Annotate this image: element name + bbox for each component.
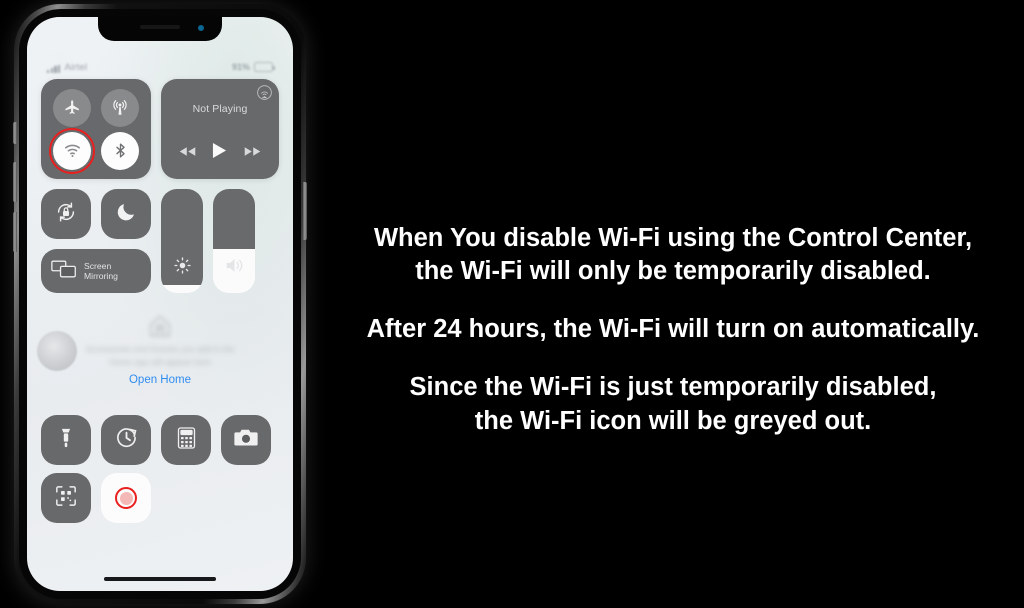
mute-switch[interactable] [13, 122, 17, 144]
volume-slider[interactable] [213, 189, 255, 293]
status-bar-left: Airtel [47, 62, 87, 73]
wifi-button[interactable] [49, 127, 95, 174]
wifi-highlight-annotation [49, 127, 95, 174]
connectivity-module [41, 79, 151, 179]
control-center: Not Playing Screen Mirroring Accessories… [27, 79, 293, 591]
rewind-icon[interactable] [179, 144, 196, 162]
home-description-text: Accessories and Scenes you add in the Ho… [85, 344, 235, 367]
screen-recording-button[interactable] [101, 473, 151, 523]
play-icon[interactable] [212, 142, 227, 164]
toggles-square-row [41, 189, 151, 239]
qr-scanner-button[interactable] [41, 473, 91, 523]
moon-icon [116, 201, 137, 227]
calculator-button[interactable] [161, 415, 211, 465]
calculator-icon [177, 426, 196, 454]
quick-tools-grid [41, 415, 279, 523]
qr-code-icon [55, 485, 77, 512]
signal-strength-icon [47, 64, 61, 73]
screen-mirroring-button[interactable]: Screen Mirroring [41, 249, 151, 293]
timer-button[interactable] [101, 415, 151, 465]
caption-paragraph-3: Since the Wi-Fi is just temporarily disa… [409, 373, 937, 435]
battery-percentage-label: 91% [231, 62, 250, 72]
control-center-row-1: Not Playing [41, 79, 279, 179]
do-not-disturb-button[interactable] [101, 189, 151, 239]
earpiece-speaker-icon [140, 25, 180, 29]
home-indicator[interactable] [104, 577, 216, 581]
cellular-data-button[interactable] [101, 88, 139, 127]
caption-block: When You disable Wi-Fi using the Control… [322, 222, 1024, 438]
airplane-icon [64, 99, 81, 116]
fast-forward-icon[interactable] [244, 144, 261, 162]
open-home-link[interactable]: Open Home [41, 374, 279, 386]
media-controls [171, 142, 269, 164]
flashlight-button[interactable] [41, 415, 91, 465]
media-title-label: Not Playing [192, 103, 248, 115]
control-center-row-2: Screen Mirroring [41, 189, 279, 293]
power-button[interactable] [303, 182, 307, 240]
rotation-lock-icon [54, 200, 78, 229]
camera-icon [234, 428, 258, 452]
bluetooth-icon [112, 142, 129, 159]
iphone-device: Airtel 91% Not Playing Screen Mirroring … [13, 4, 307, 604]
flashlight-icon [56, 427, 76, 454]
timer-icon [115, 426, 138, 454]
brightness-icon [173, 256, 192, 280]
status-bar-right: 91% [231, 62, 275, 72]
screenshot-root: Airtel 91% Not Playing Screen Mirroring … [0, 0, 1024, 608]
screen-mirroring-label: Screen Mirroring [84, 260, 118, 281]
battery-icon [254, 62, 275, 72]
notch [98, 17, 222, 41]
media-playback-module[interactable]: Not Playing [161, 79, 279, 179]
bluetooth-button[interactable] [101, 131, 139, 170]
airplane-mode-button[interactable] [53, 88, 91, 127]
camera-button[interactable] [221, 415, 271, 465]
airplay-icon[interactable] [257, 85, 272, 105]
home-icon [41, 313, 279, 339]
caption-paragraph-1: When You disable Wi-Fi using the Control… [373, 224, 973, 286]
volume-icon [224, 256, 245, 280]
brightness-slider[interactable] [161, 189, 203, 293]
volume-up-button[interactable] [13, 162, 17, 202]
record-icon [115, 487, 137, 509]
rotation-lock-button[interactable] [41, 189, 91, 239]
carrier-label: Airtel [64, 61, 88, 73]
screen-mirroring-icon [51, 259, 77, 284]
volume-down-button[interactable] [13, 212, 17, 252]
front-camera-icon [198, 25, 204, 31]
toggles-stack: Screen Mirroring [41, 189, 151, 293]
phone-screen: Airtel 91% Not Playing Screen Mirroring … [27, 17, 293, 591]
cellular-antenna-icon [111, 99, 129, 117]
caption-paragraph-2: After 24 hours, the Wi-Fi will turn on a… [366, 315, 980, 344]
home-card: Accessories and Scenes you add in the Ho… [37, 313, 279, 399]
status-bar: Airtel 91% [27, 59, 293, 75]
